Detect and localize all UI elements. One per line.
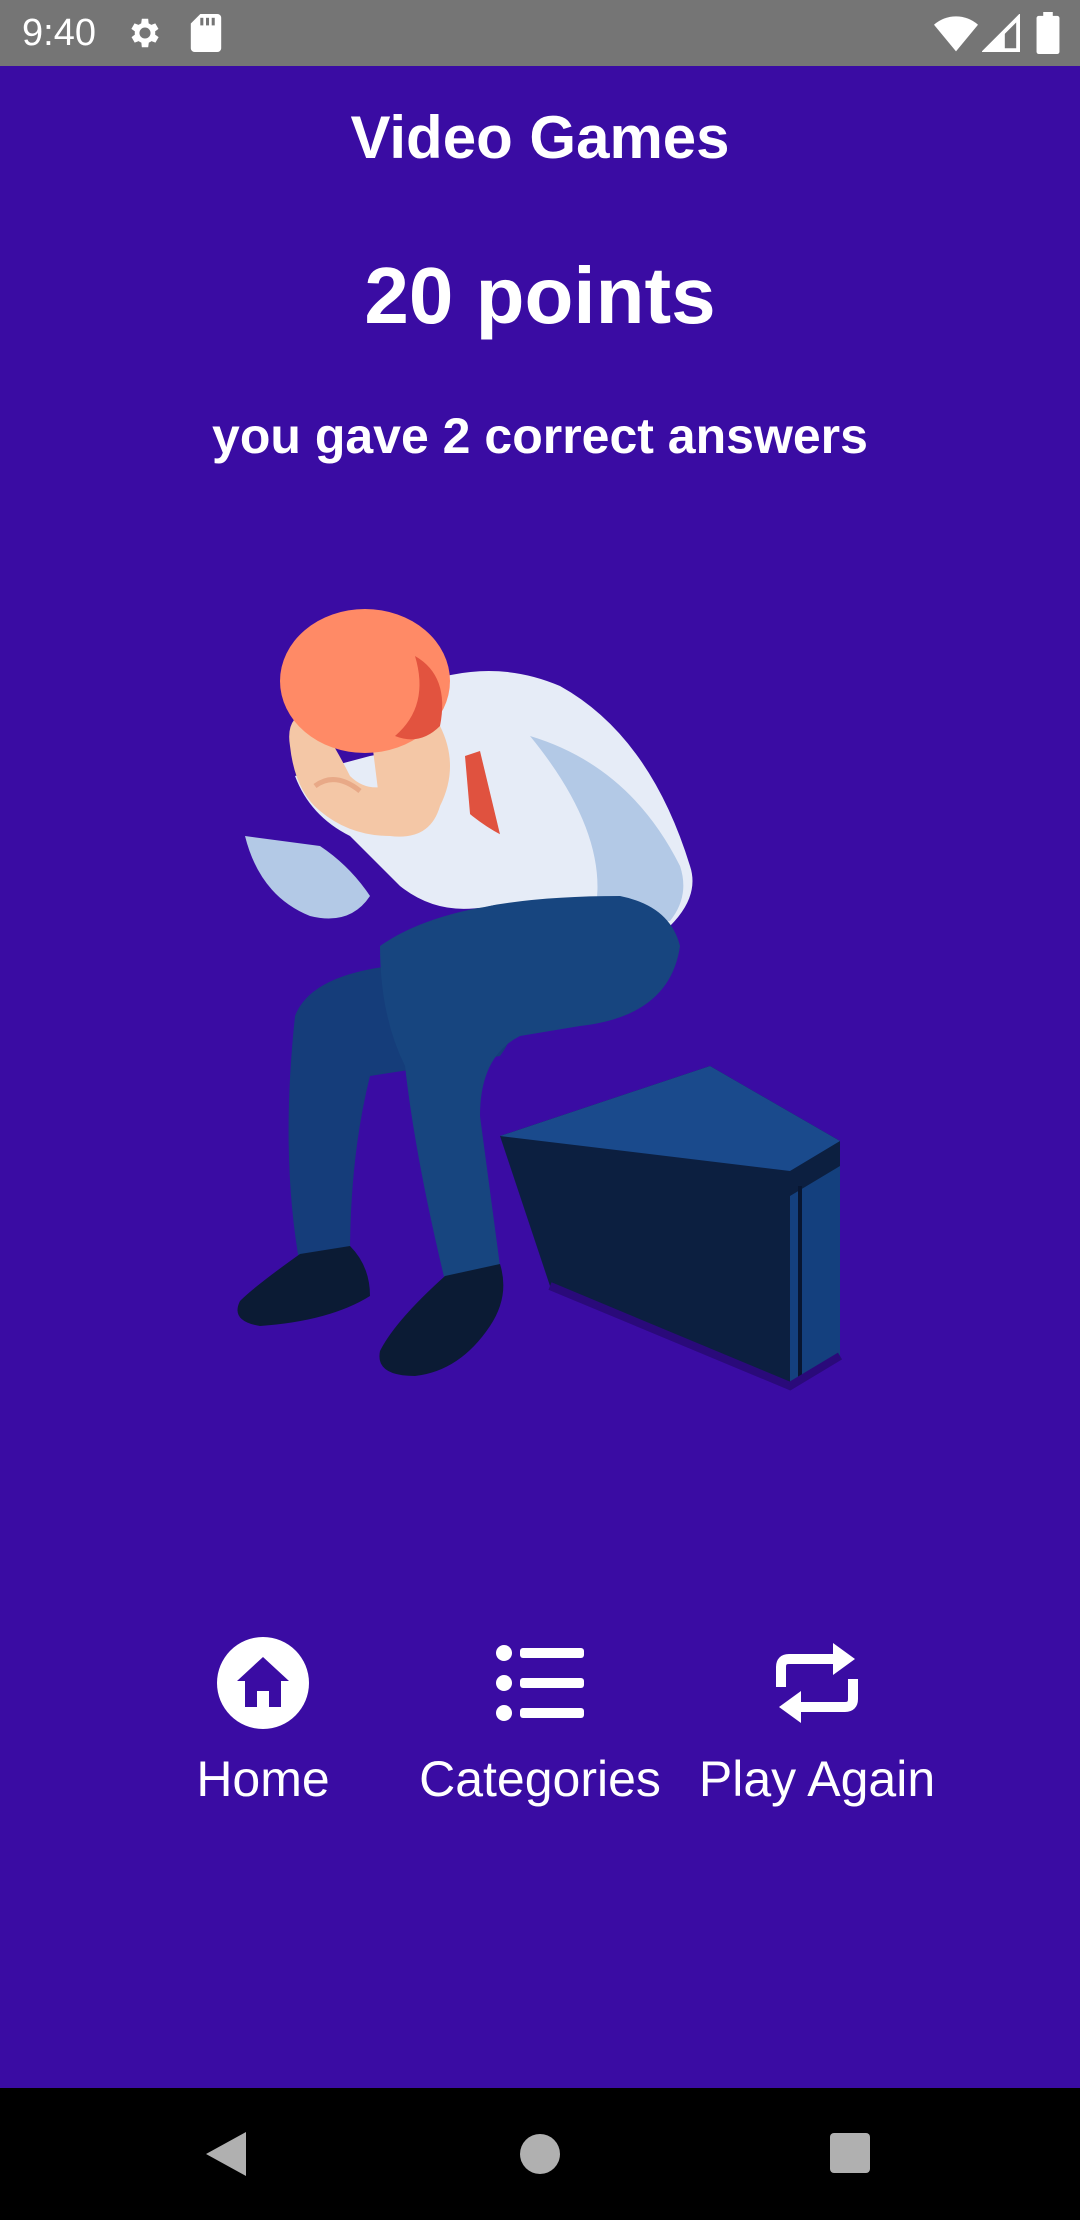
recents-icon[interactable] <box>829 2132 871 2174</box>
result-actions: Home Categories Play Again <box>0 1621 1080 1861</box>
play-again-button-label: Play Again <box>698 1751 936 1807</box>
screen: 9:40 Video Games 20 points you gave 2 co… <box>0 0 1080 2220</box>
home-circle-icon[interactable] <box>518 2132 562 2176</box>
system-nav-bar <box>0 2088 1080 2220</box>
home-icon <box>217 1637 309 1729</box>
categories-button-label: Categories <box>419 1751 661 1807</box>
correct-answers-text: you gave 2 correct answers <box>212 408 868 464</box>
status-time: 9:40 <box>22 12 96 54</box>
category-title: Video Games <box>350 104 730 171</box>
results-screen: Video Games 20 points you gave 2 correct… <box>0 66 1080 2088</box>
back-shoe <box>237 1246 370 1326</box>
sad-man-on-suitcase-illustration <box>237 609 843 1391</box>
wifi-icon <box>934 16 978 52</box>
status-bar: 9:40 <box>0 0 1080 66</box>
battery-icon <box>1036 12 1060 54</box>
settings-icon <box>131 18 159 48</box>
home-button[interactable]: Home <box>128 1621 398 1861</box>
home-button-label: Home <box>196 1751 330 1807</box>
points-score: 20 points <box>364 251 716 340</box>
front-shoe <box>379 1264 504 1376</box>
signal-icon <box>982 14 1020 52</box>
play-again-button[interactable]: Play Again <box>682 1621 952 1861</box>
back-icon[interactable] <box>204 2130 248 2178</box>
suitcase <box>500 1066 843 1391</box>
list-icon <box>496 1645 584 1721</box>
repeat-icon <box>776 1643 858 1723</box>
sd-card-icon <box>190 14 222 52</box>
categories-button[interactable]: Categories <box>405 1621 675 1861</box>
